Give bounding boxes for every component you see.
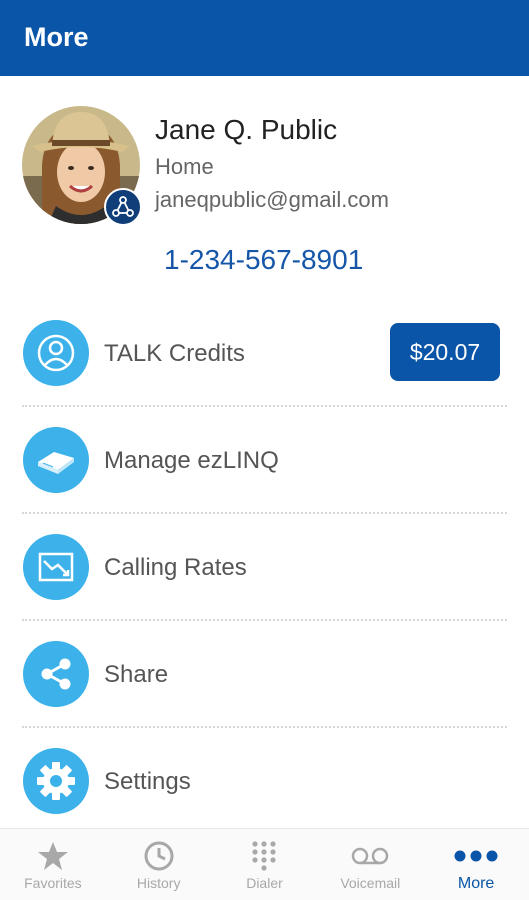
menu-item-settings[interactable]: Settings bbox=[0, 728, 529, 835]
nav-label: More bbox=[457, 875, 495, 892]
app-bar: More bbox=[0, 0, 529, 76]
device-icon bbox=[23, 427, 89, 493]
star-icon bbox=[37, 839, 69, 873]
dialpad-icon bbox=[250, 839, 278, 873]
menu-item-label: Settings bbox=[104, 768, 191, 795]
profile-section: Jane Q. Public Home janeqpublic@gmail.co… bbox=[0, 76, 529, 296]
voicemail-icon bbox=[350, 839, 390, 873]
nav-item-history[interactable]: History bbox=[106, 829, 212, 900]
nav-label: History bbox=[136, 875, 181, 891]
nav-label: Voicemail bbox=[340, 875, 401, 891]
bottom-nav: Favorites History Dialer Voicemail More bbox=[0, 828, 529, 900]
menu-list: TALK Credits $20.07 Manage ezLINQ Callin… bbox=[0, 300, 529, 835]
page-title: More bbox=[24, 22, 89, 52]
nav-item-dialer[interactable]: Dialer bbox=[212, 829, 318, 900]
gear-icon bbox=[23, 748, 89, 814]
menu-item-label: Share bbox=[104, 661, 169, 688]
profile-phone[interactable]: 1-234-567-8901 bbox=[164, 244, 363, 276]
credit-balance-button[interactable]: $20.07 bbox=[390, 323, 500, 381]
chart-down-icon bbox=[23, 534, 89, 600]
nav-item-voicemail[interactable]: Voicemail bbox=[317, 829, 423, 900]
menu-item-share[interactable]: Share bbox=[0, 621, 529, 728]
nav-item-favorites[interactable]: Favorites bbox=[0, 829, 106, 900]
nav-label: Favorites bbox=[24, 875, 82, 891]
menu-item-label: Calling Rates bbox=[104, 554, 247, 581]
menu-item-talk-credits[interactable]: TALK Credits $20.07 bbox=[0, 300, 529, 407]
nav-label: Dialer bbox=[246, 875, 283, 891]
person-silhouette-icon bbox=[23, 320, 89, 386]
menu-item-calling-rates[interactable]: Calling Rates bbox=[0, 514, 529, 621]
more-dots-icon bbox=[453, 839, 499, 873]
profile-type: Home bbox=[155, 154, 214, 179]
nav-item-more[interactable]: More bbox=[423, 829, 529, 900]
avatar-container[interactable] bbox=[22, 106, 142, 226]
clock-icon bbox=[143, 839, 175, 873]
profile-email: janeqpublic@gmail.com bbox=[155, 187, 389, 212]
menu-item-manage-ezlinq[interactable]: Manage ezLINQ bbox=[0, 407, 529, 514]
share-icon bbox=[23, 641, 89, 707]
network-icon bbox=[104, 188, 142, 226]
profile-name: Jane Q. Public bbox=[155, 114, 338, 145]
menu-item-label: Manage ezLINQ bbox=[104, 447, 279, 474]
menu-item-label: TALK Credits bbox=[104, 340, 245, 367]
